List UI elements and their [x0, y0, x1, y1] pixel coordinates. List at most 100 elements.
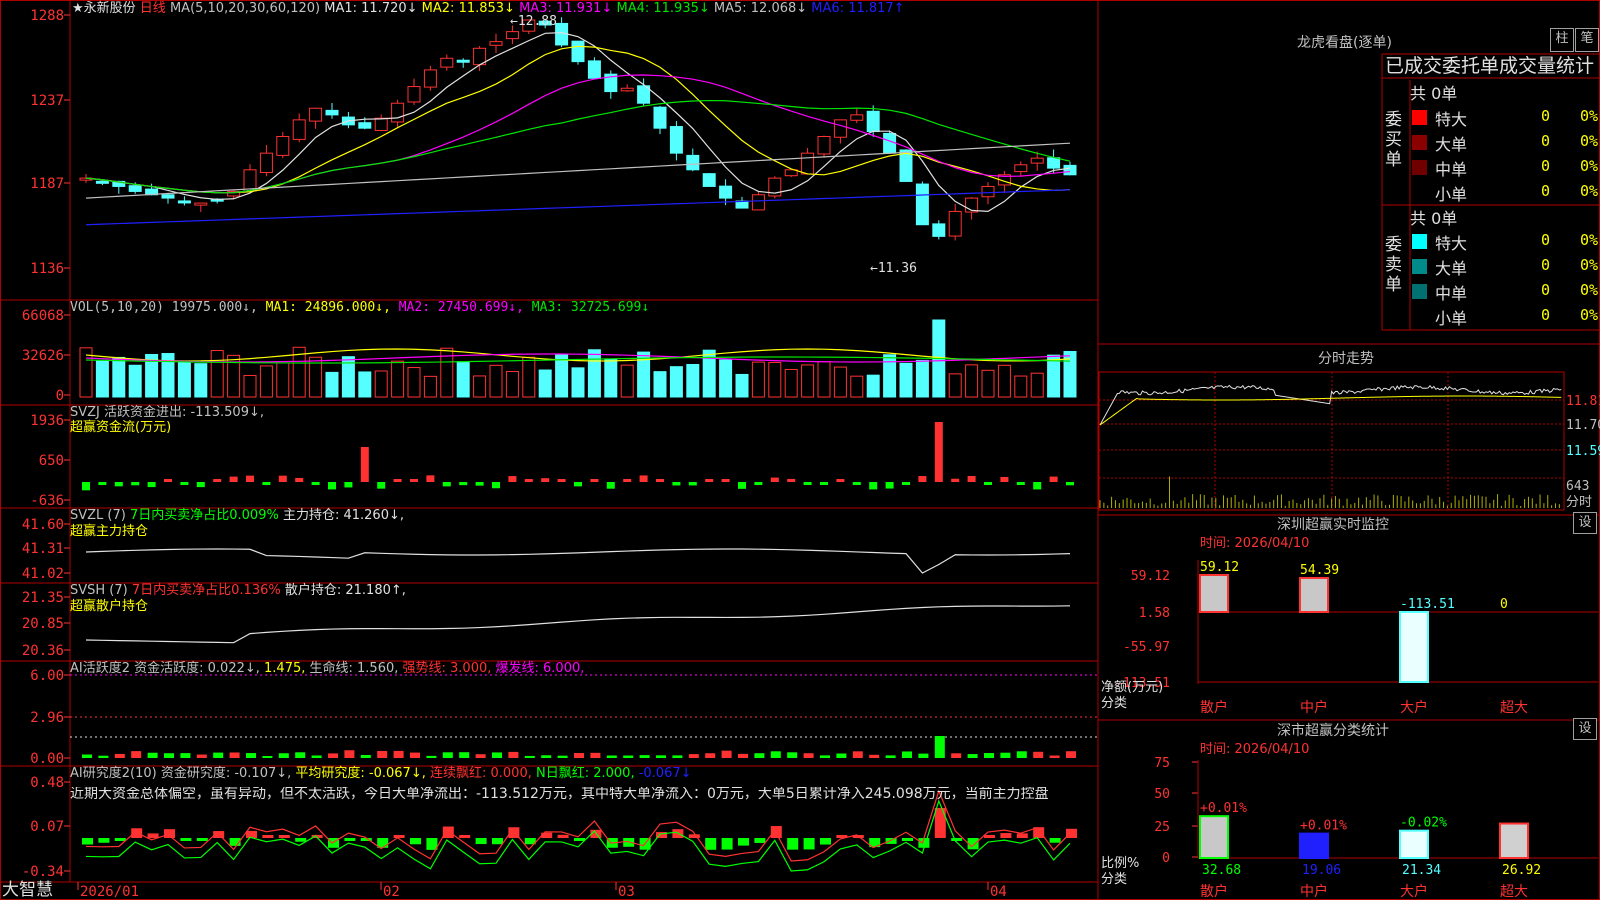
sz-monitor-settings-button[interactable]: 设: [1573, 512, 1597, 534]
buy-total: 共 0单: [1410, 84, 1458, 103]
sz-monitor-value-3: 0: [1500, 597, 1508, 612]
ai-active-bar: [787, 752, 798, 758]
volume-bar: [883, 354, 897, 398]
brand-logo: 大智慧: [2, 880, 53, 900]
svzj-bar: [934, 422, 943, 482]
sz-monitor-cat-1: 中户: [1300, 699, 1328, 716]
sz-class-value-2: 21.34: [1402, 863, 1441, 878]
sell-pct-2: 0%: [1579, 281, 1598, 299]
ai-active-bar: [246, 753, 256, 758]
sell-label-0: 特大: [1435, 234, 1468, 253]
candle-body: [817, 136, 831, 155]
ai-research-bar: [98, 838, 110, 843]
candle-body: [883, 132, 897, 154]
ai-research-bar: [393, 835, 405, 838]
bar-mode-button[interactable]: 柱: [1550, 28, 1574, 52]
candle-body: [587, 60, 601, 79]
volume-bar: [784, 368, 798, 398]
candle-body: [161, 194, 175, 199]
intraday-ytick-1: 11.70: [1566, 418, 1600, 433]
tick-mode-button[interactable]: 笔: [1575, 28, 1599, 52]
sell-swatch-3: [1412, 309, 1427, 324]
vol-ytick-0: 66068: [22, 308, 64, 324]
buy-pct-1: 0%: [1579, 132, 1598, 150]
svzj-bar: [574, 482, 582, 487]
sell-pct-0: 0%: [1579, 231, 1598, 249]
svzl-sub: 超赢主力持仓: [70, 524, 149, 539]
ai-research-ytick-0: 0.48: [30, 775, 64, 791]
sz-class-settings-button[interactable]: 设: [1573, 718, 1597, 740]
ai-research-legend-2: 连续飘红: 0.000,: [429, 766, 536, 781]
ai-active-bar: [442, 752, 453, 758]
candle-body: [653, 106, 667, 129]
svzl-ytick-1: 41.31: [22, 541, 64, 557]
ai-research-bar: [557, 834, 569, 838]
ai-active-bar: [967, 754, 978, 758]
svzj-bar: [410, 479, 418, 482]
ai-research-bar: [246, 830, 257, 838]
candle-body: [194, 202, 208, 206]
ai-active-bar: [377, 750, 388, 758]
vol-legend-2: MA2: 27450.699↓,: [398, 300, 532, 315]
ai-research-legend-0: AI研究度2(10) 资金研究度: -0.107↓,: [70, 766, 296, 781]
volume-bar: [276, 362, 290, 398]
ma3-line: [85, 74, 1071, 194]
volume-bar: [374, 370, 388, 398]
svzj-bar: [852, 482, 861, 485]
volume-bar: [686, 363, 700, 398]
sz-monitor-unit: 净额(万元): [1101, 680, 1164, 695]
volume-bar: [768, 361, 782, 398]
high-price-label: ←12.88: [510, 14, 557, 29]
candle-body: [833, 119, 847, 138]
ma-legend-0: MA(5,10,20,30,60,120): [169, 1, 325, 16]
svzj-bar: [98, 482, 107, 485]
volume-bar: [866, 374, 880, 398]
volume-bar: [95, 359, 109, 398]
buy-value-0: 0: [1540, 107, 1550, 125]
sz-class-time: 时间: 2026/04/10: [1200, 742, 1310, 757]
ai-active-legend-3: 强势线: 3.000,: [402, 661, 496, 676]
sz-monitor-cat-3: 超大: [1500, 700, 1528, 716]
x-axis-label-2: 03: [618, 884, 635, 900]
ai-active-bar: [639, 755, 650, 758]
ai-research-bar: [278, 835, 290, 838]
sell-label-3: 小单: [1435, 309, 1468, 328]
candle-body: [1063, 164, 1077, 176]
svzj-bar: [524, 479, 533, 482]
buy-value-1: 0: [1540, 132, 1550, 150]
sz-class-bar-1: [1299, 832, 1329, 860]
sz-class-chart: [1192, 760, 1598, 860]
volume-bar: [899, 362, 913, 398]
ai-active-bar: [164, 753, 174, 758]
candle-body: [801, 152, 815, 175]
volume-bar: [817, 361, 831, 398]
ai-active-bar: [508, 751, 519, 758]
ai-active-bar: [295, 752, 306, 758]
ai-active-bar: [606, 755, 617, 758]
sell-swatch-1: [1412, 259, 1427, 274]
sz-class-bar-3: [1499, 822, 1529, 860]
ai-research-bar: [803, 838, 815, 850]
svzl-ytick-2: 41.02: [22, 566, 64, 582]
volume-bar: [801, 364, 815, 398]
svzl-line: [85, 548, 1071, 574]
price-ytick-3: 1136: [30, 261, 64, 277]
ai-active-legend-4: 爆发线: 6.000,: [495, 661, 585, 676]
volume-bar: [669, 366, 683, 398]
ai-active-bar: [557, 755, 568, 758]
sz-monitor-title: 深圳超赢实时监控: [1277, 517, 1389, 533]
chart-canvas[interactable]: 1288 1237 1187 1136 66068 32626 0 1936 650 -636 41…: [0, 0, 1600, 900]
period-label[interactable]: 日线: [140, 1, 166, 16]
volume-bar: [735, 373, 749, 398]
ma-legend-6: MA6: 11.817↑: [811, 1, 905, 16]
stock-title[interactable]: ★永新股份: [72, 1, 136, 16]
ai-research-bar: [410, 838, 421, 845]
buy-pct-0: 0%: [1579, 107, 1598, 125]
ma-legend-1: MA1: 11.720↓: [324, 1, 422, 16]
ai-active-bar: [262, 755, 273, 758]
svzj-bar: [360, 447, 369, 482]
candle-body: [177, 200, 191, 204]
ai-active-bar: [410, 752, 420, 758]
ai-research-bar: [295, 838, 307, 842]
ai-active-legend: AI活跃度2 资金活跃度: 0.022↓, 1.475, 生命线: 1.560,…: [70, 661, 584, 676]
